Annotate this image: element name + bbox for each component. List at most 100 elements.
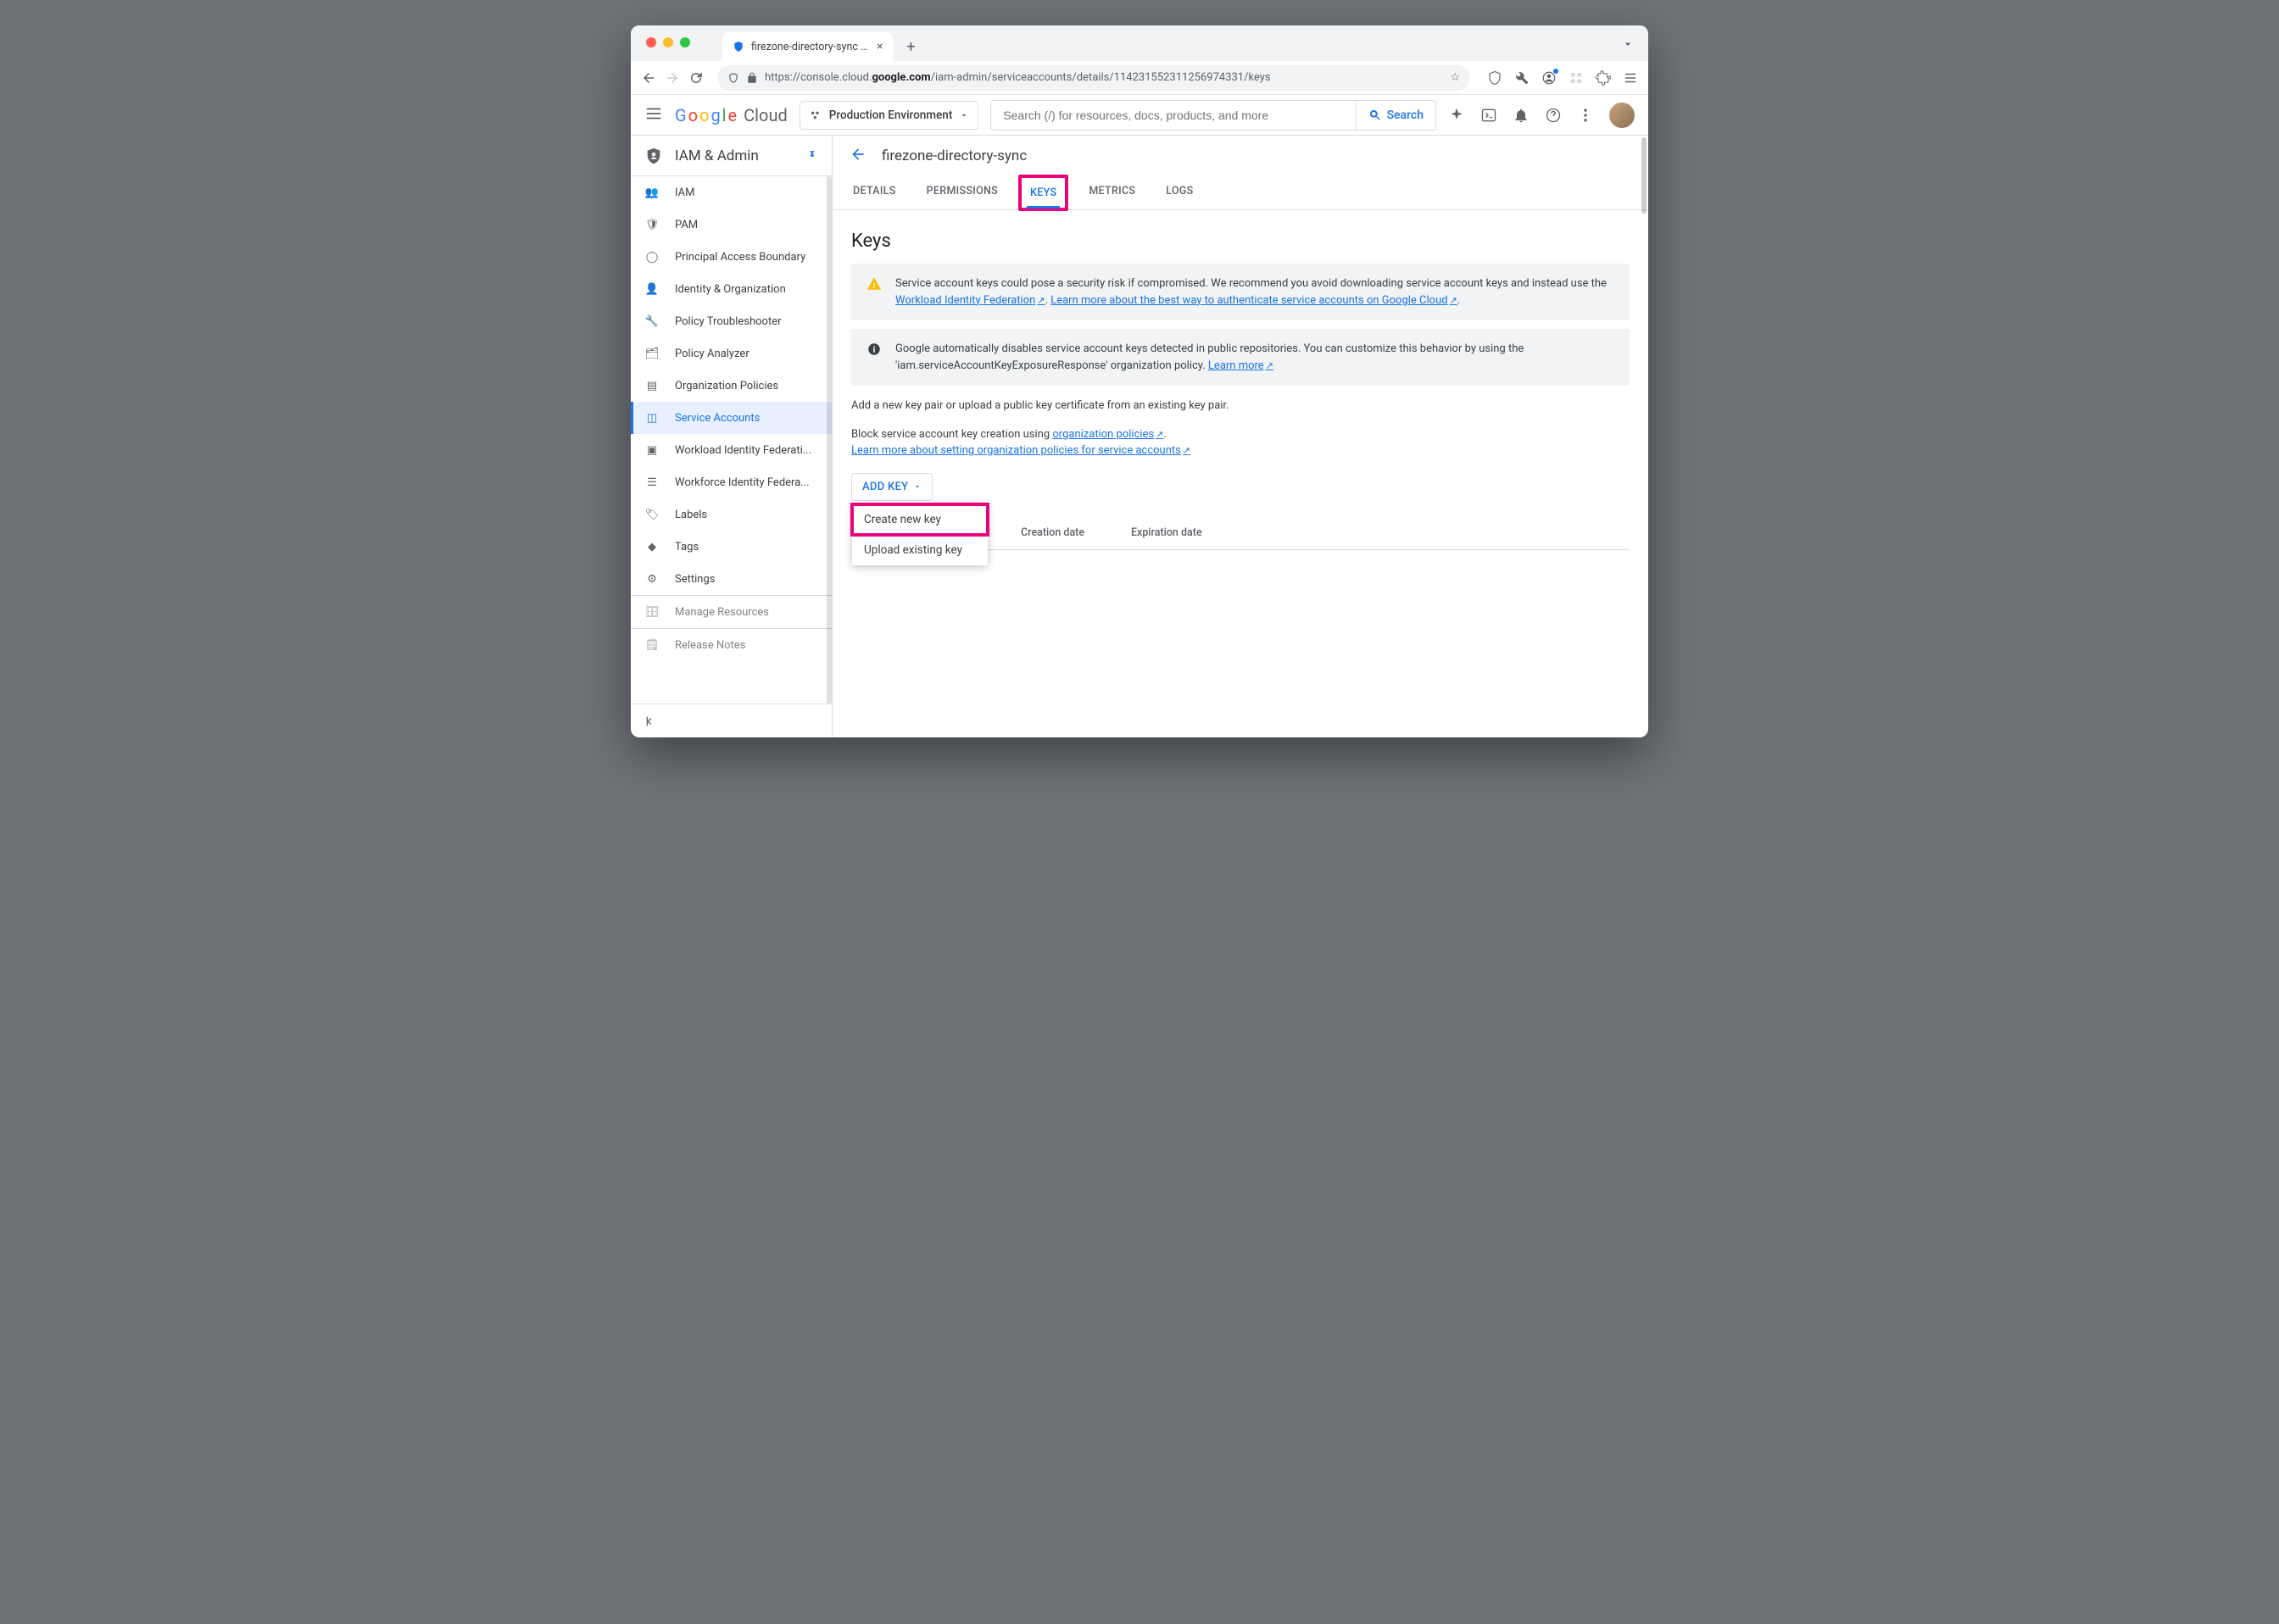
sidebar-item-pam[interactable]: 🛡PAM [631, 209, 832, 241]
header-right [1448, 103, 1635, 128]
search-icon [1368, 108, 1382, 122]
browser-window: firezone-directory-sync – IAM & × + http… [631, 25, 1648, 737]
alert-text: Service account keys could pose a securi… [895, 275, 1614, 309]
browser-toolbar: https://console.cloud.google.com/iam-adm… [631, 61, 1648, 95]
nav-back-icon[interactable] [641, 70, 656, 86]
puzzle-icon[interactable] [1596, 70, 1611, 86]
avatar[interactable] [1609, 103, 1635, 128]
sidebar-collapse[interactable] [631, 704, 832, 737]
tab-content: Keys Service account keys could pose a s… [833, 210, 1648, 576]
notifications-icon[interactable] [1513, 107, 1530, 124]
link-learn-org-policies[interactable]: Learn more about setting organization po… [851, 444, 1190, 457]
search-field[interactable] [1001, 108, 1345, 123]
tab-keys[interactable]: KEYS [1027, 178, 1060, 208]
more-vert-icon[interactable] [1577, 107, 1594, 124]
sidebar-item-tags[interactable]: ◆Tags [631, 531, 832, 563]
sidebar-item-settings[interactable]: ⚙Settings [631, 563, 832, 595]
col-creation-date: Creation date [1021, 526, 1097, 539]
pin-icon[interactable] [806, 150, 818, 162]
collapse-icon [643, 715, 656, 728]
boundary-icon: ◯ [644, 251, 660, 264]
project-name: Production Environment [829, 108, 953, 122]
sidebar-item-workforce-if[interactable]: ☰Workforce Identity Federa... [631, 466, 832, 498]
add-key-dropdown: Create new key Upload existing key [852, 504, 988, 565]
page-body: IAM & Admin 👥IAM 🛡PAM ◯Principal Access … [631, 136, 1648, 737]
chevron-down-icon [959, 110, 969, 120]
external-icon: ↗ [1266, 360, 1273, 371]
sidebar-item-org-policies[interactable]: ▤Organization Policies [631, 370, 832, 402]
page-title-row: firezone-directory-sync [833, 136, 1648, 176]
sidebar-item-manage-resources[interactable]: 🗄Manage Resources [631, 596, 832, 628]
service-account-icon: ◫ [644, 412, 660, 425]
sidebar-item-workload-if[interactable]: ▣Workload Identity Federati... [631, 434, 832, 466]
tab-logs[interactable]: LOGS [1162, 176, 1196, 209]
sparkle-icon[interactable] [1448, 107, 1465, 124]
maximize-window-icon[interactable] [680, 37, 690, 47]
minimize-window-icon[interactable] [663, 37, 673, 47]
section-heading: Keys [851, 231, 1630, 252]
sidebar-item-service-accounts[interactable]: ◫Service Accounts [631, 402, 832, 434]
shield-person-icon [644, 147, 663, 165]
sidebar-list[interactable]: 👥IAM 🛡PAM ◯Principal Access Boundary 👤Id… [631, 176, 832, 704]
gcp-header: Google Cloud Production Environment Sear… [631, 95, 1648, 136]
address-bar[interactable]: https://console.cloud.google.com/iam-adm… [717, 65, 1470, 91]
gear-icon: ⚙ [644, 573, 660, 586]
sidebar-item-pab[interactable]: ◯Principal Access Boundary [631, 241, 832, 273]
search-input[interactable] [990, 100, 1355, 131]
sidebar-item-policy-analyzer[interactable]: 🗂Policy Analyzer [631, 337, 832, 370]
gcp-logo[interactable]: Google Cloud [675, 105, 788, 125]
link-org-policies[interactable]: organization policies↗ [1052, 428, 1163, 441]
extensions-icon[interactable] [1569, 70, 1584, 86]
help-icon[interactable] [1545, 107, 1562, 124]
shield-outline-icon [727, 72, 739, 84]
paragraph-block: Block service account key creation using… [851, 426, 1630, 459]
create-new-key-item[interactable]: Create new key [852, 504, 988, 535]
list-icon: ☰ [644, 476, 660, 489]
main-content: firezone-directory-sync DETAILS PERMISSI… [833, 136, 1648, 737]
link-wif[interactable]: Workload Identity Federation↗ [895, 294, 1045, 307]
search-wrap: Search [990, 100, 1436, 131]
browser-tab[interactable]: firezone-directory-sync – IAM & × [722, 32, 893, 61]
sidebar-item-labels[interactable]: 🏷Labels [631, 498, 832, 531]
tab-metrics[interactable]: METRICS [1085, 176, 1139, 209]
add-key-button[interactable]: ADD KEY [852, 474, 932, 500]
shield-icon: 🛡 [644, 219, 660, 231]
project-selector[interactable]: Production Environment [800, 101, 979, 130]
hamburger-icon[interactable] [644, 104, 663, 126]
pocket-icon[interactable] [1487, 70, 1502, 86]
search-button[interactable]: Search [1356, 100, 1436, 131]
bookmark-star-icon[interactable]: ☆ [1450, 71, 1460, 84]
wrench-icon[interactable] [1514, 70, 1530, 86]
notes-icon: 🗒 [644, 639, 660, 652]
col-expiration-date: Expiration date [1131, 526, 1207, 539]
tab-close-icon[interactable]: × [877, 40, 883, 53]
link-best-way[interactable]: Learn more about the best way to authent… [1050, 294, 1457, 307]
external-icon: ↗ [1450, 295, 1457, 306]
tab-details[interactable]: DETAILS [850, 176, 900, 209]
reload-icon[interactable] [688, 70, 704, 86]
account-icon[interactable] [1541, 70, 1557, 86]
menu-icon[interactable] [1623, 70, 1638, 86]
tabs-overflow-icon[interactable] [1621, 37, 1635, 54]
person-icon: 👤 [644, 283, 660, 296]
tab-permissions[interactable]: PERMISSIONS [923, 176, 1001, 209]
tag-icon: 🏷 [644, 509, 660, 521]
back-button[interactable] [850, 146, 866, 167]
sidebar-item-identity-org[interactable]: 👤Identity & Organization [631, 273, 832, 305]
new-tab-button[interactable]: + [898, 34, 923, 59]
sidebar-item-iam[interactable]: 👥IAM [631, 176, 832, 209]
archive-icon: 🗄 [644, 606, 660, 619]
external-icon: ↗ [1156, 429, 1163, 440]
sidebar-item-policy-troubleshooter[interactable]: 🔧Policy Troubleshooter [631, 305, 832, 337]
link-learn-more[interactable]: Learn more↗ [1208, 359, 1273, 372]
cloudshell-icon[interactable] [1480, 107, 1497, 124]
federation-icon: ▣ [644, 444, 660, 457]
nav-forward-icon [665, 70, 680, 86]
close-window-icon[interactable] [646, 37, 656, 47]
people-icon: 👥 [644, 186, 660, 199]
sidebar-item-release-notes[interactable]: 🗒Release Notes [631, 629, 832, 661]
upload-existing-key-item[interactable]: Upload existing key [852, 535, 988, 565]
chevron-down-icon [913, 482, 922, 491]
external-icon: ↗ [1183, 445, 1190, 456]
toolbar-right [1487, 70, 1638, 86]
